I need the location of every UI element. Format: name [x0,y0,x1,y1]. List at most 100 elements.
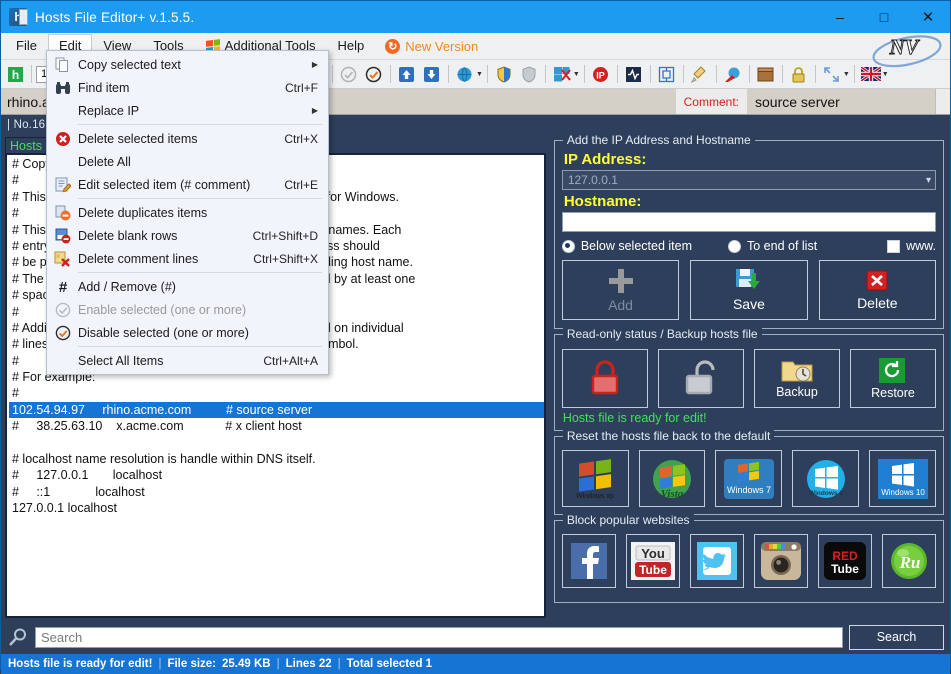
toolbar-separator [649,65,651,83]
unset-readonly-button[interactable] [657,349,744,408]
hostname-input[interactable] [561,212,936,232]
search-bar: Search Search [1,620,950,654]
block-site-icon[interactable] [550,62,574,86]
minimize-button[interactable]: – [818,1,862,33]
backup-button[interactable]: Backup [753,349,840,408]
status-file-size-label: File size: [167,658,217,670]
reset-winxp-button[interactable]: Windows xp [561,450,629,507]
reset-win8-button[interactable]: Windows 8 [792,450,860,507]
editor-line[interactable]: # localhost name resolution is handle wi… [9,451,544,467]
shield-gray-icon[interactable] [517,62,541,86]
hosts-green-h-icon[interactable]: h [3,62,27,86]
ip-address-input[interactable]: 127.0.0.1 ▾ [561,170,936,190]
svg-text:#: # [58,279,67,295]
ip-icon[interactable]: IP [589,62,613,86]
chevron-down-icon[interactable]: ▼ [573,71,580,78]
editor-line[interactable]: 127.0.0.1 localhost [9,500,544,516]
menu-separator [78,124,322,125]
set-readonly-button[interactable] [561,349,648,408]
add-button[interactable]: Add [561,260,680,320]
checkbox-www-label: www. [906,239,936,253]
menu-file[interactable]: File [5,34,48,58]
chevron-down-icon[interactable]: ▾ [926,175,931,186]
move-up-icon[interactable] [395,62,419,86]
edit-pencil-icon [47,177,78,193]
add-ip-group: Add the IP Address and Hostname IP Addre… [553,133,944,329]
restore-button-label: Restore [871,386,915,400]
block-redtube-button[interactable]: RED Tube [817,534,872,588]
svg-text:Tube: Tube [831,562,859,576]
block-instagram-button[interactable] [753,534,808,588]
menu-item-find-item[interactable]: Find item Ctrl+F [47,76,328,99]
comment-field[interactable]: source server [747,89,935,114]
editor-line[interactable] [9,435,544,451]
menu-item-delete-selected-items[interactable]: Delete selected items Ctrl+X [47,127,328,150]
svg-text:Tube: Tube [639,563,667,577]
title-bar: h Hosts File Editor+ v.1.5.5. – □ ✕ [1,1,950,33]
status-separator: | [158,658,162,670]
search-input[interactable]: Search [35,626,843,648]
check-circle-gray-icon [47,302,78,318]
globe-icon[interactable] [453,62,477,86]
editor-line-selected[interactable]: 102.54.94.97 rhino.acme.com # source ser… [9,401,544,419]
radio-below-selected[interactable] [561,239,575,253]
flush-dns-icon[interactable] [721,62,745,86]
menu-item-delete-all[interactable]: Delete All [47,150,328,173]
lock-icon[interactable] [787,62,811,86]
reset-win7-button[interactable]: Windows 7 [715,450,783,507]
menu-item-replace-ip[interactable]: Replace IP ▶ [47,99,328,122]
chevron-down-icon[interactable]: ▼ [843,71,850,78]
delete-red-x-icon [866,270,888,291]
save-button[interactable]: Save [690,260,808,320]
menu-item-add-remove[interactable]: # Add / Remove (#) [47,275,328,298]
editor-line[interactable]: # [9,385,544,401]
clean-icon[interactable] [688,62,712,86]
package-icon[interactable] [754,62,778,86]
menu-item-disable-selected-one-or-more[interactable]: Disable selected (one or more) [47,321,328,344]
rutube-icon: Ru [891,543,927,579]
reset-win10-button[interactable]: Windows 10 [869,450,936,507]
new-version-link[interactable]: ↻ New Version [385,38,479,54]
shield-blue-icon[interactable] [492,62,516,86]
menu-item-copy-selected-text[interactable]: Copy selected text ▶ [47,53,328,76]
ping-icon[interactable] [622,62,646,86]
editor-line[interactable]: # ::1 localhost [9,484,544,500]
backup-folder-icon [781,361,813,382]
move-down-icon[interactable] [420,62,444,86]
restore-button[interactable]: Restore [849,349,937,408]
network-icon[interactable] [655,62,679,86]
block-youtube-button[interactable]: You Tube [625,534,680,588]
editor-line[interactable]: # 38.25.63.10 x.acme.com # x client host [9,418,544,434]
block-group: Block popular websites You Tube RED Tube… [553,513,944,603]
disable-check-orange-icon[interactable] [362,62,386,86]
menu-item-delete-blank-rows[interactable]: Delete blank rows Ctrl+Shift+D [47,224,328,247]
menu-item-select-all-items[interactable]: Select All Items Ctrl+Alt+A [47,349,328,372]
status-lines: Lines 22 [285,658,332,670]
menu-item-label: Copy selected text [78,57,181,72]
edit-menu-dropdown: Copy selected text ▶ Find item Ctrl+F Replac… [46,50,329,375]
youtube-icon: You Tube [630,542,675,580]
menu-item-delete-comment-lines[interactable]: Delete comment lines Ctrl+Shift+X [47,247,328,270]
chevron-down-icon[interactable]: ▼ [476,71,483,78]
block-twitter-button[interactable] [689,534,744,588]
editor-line[interactable]: # 127.0.0.1 localhost [9,467,544,483]
block-facebook-button[interactable] [561,534,616,588]
chevron-down-icon[interactable]: ▼ [882,71,889,78]
menu-item-delete-duplicates-items[interactable]: Delete duplicates items [47,201,328,224]
radio-to-end-of-list[interactable] [728,239,741,253]
menu-item-label: Select All Items [78,353,164,368]
comment-scrollbar[interactable] [935,89,950,114]
enable-check-gray-icon[interactable] [337,62,361,86]
svg-text:Windows 10: Windows 10 [881,488,925,497]
menu-item-edit-selected-item-comment[interactable]: Edit selected item (# comment) Ctrl+E [47,173,328,196]
new-version-label: New Version [405,38,479,54]
resize-icon[interactable] [820,62,844,86]
reset-vista-button[interactable]: Vista [638,450,706,507]
delete-button[interactable]: Delete [818,260,936,320]
search-button[interactable]: Search [849,624,944,650]
menu-help[interactable]: Help [327,34,376,58]
tab-hosts[interactable]: Hosts [5,137,49,153]
delete-duplicates-icon [47,205,78,221]
block-ru-button[interactable]: Ru [881,534,937,588]
checkbox-www[interactable] [887,239,901,253]
